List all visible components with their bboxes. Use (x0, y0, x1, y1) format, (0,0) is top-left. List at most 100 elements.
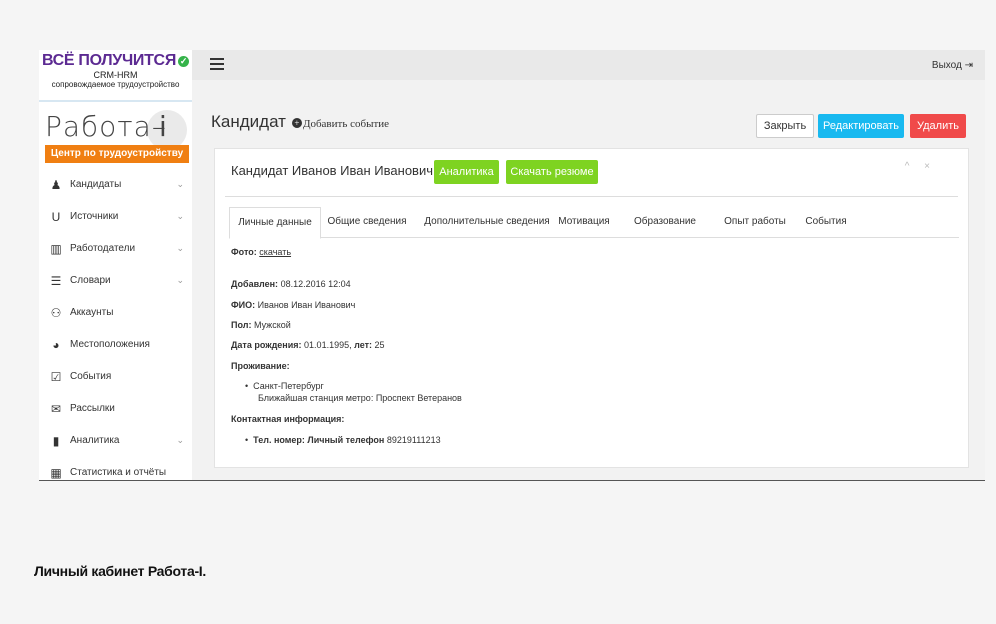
chevron-down-icon: ⌄ (176, 179, 184, 189)
residence-label: Проживание: (231, 361, 290, 371)
age-value: 25 (374, 340, 385, 350)
sidebar-item[interactable]: ▮ Аналитика ⌄ (39, 426, 192, 458)
sex-label: Пол: (231, 320, 252, 330)
candidate-card: Кандидат Иванов Иван Иванович Аналитика … (214, 148, 969, 468)
card-title: Кандидат Иванов Иван Иванович (231, 163, 433, 178)
edit-button[interactable]: Редактировать (818, 114, 904, 138)
bullet: • (245, 435, 249, 445)
divider (225, 196, 958, 197)
sidebar-item-label: События (70, 371, 112, 382)
sex-row: Пол: Мужской (231, 320, 291, 330)
photo-row: Фото: скачать (231, 247, 291, 257)
sidebar-item[interactable]: U Источники ⌄ (39, 202, 192, 234)
logo-banner: Центр по трудоустройству (45, 145, 189, 163)
sidebar-item-label: Источники (70, 211, 119, 222)
calendar-icon: ☑ (50, 370, 62, 384)
hamburger-icon[interactable] (210, 58, 224, 70)
sidebar-item[interactable]: ▦ Статистика и отчёты (39, 458, 192, 480)
page: ВСЁ ПОЛУЧИТСЯ ✓ CRM-HRM сопровождаемое тр… (5, 11, 991, 624)
bar-chart-icon: ▮ (52, 434, 60, 448)
table-icon: ▦ (50, 466, 62, 480)
analytics-button[interactable]: Аналитика (434, 160, 499, 184)
tab-bar: Личные данные Общие сведения Дополнительны… (229, 207, 959, 239)
chevron-down-icon: ⌄ (176, 243, 184, 253)
page-title: Кандидат + Добавить событие (211, 112, 389, 132)
tab-item[interactable]: Опыт работы (715, 207, 795, 237)
brand-subtitle: CRM-HRM (93, 70, 138, 80)
sidebar-item-label: Статистика и отчёты (70, 467, 167, 478)
phone-label: Тел. номер: Личный телефон (253, 435, 385, 445)
logo-text: Работа– (45, 110, 167, 143)
tab-item[interactable]: События (795, 207, 857, 237)
caption: Личный кабинет Работа-I. (34, 563, 206, 579)
chevron-down-icon: ⌄ (176, 275, 184, 285)
contact-row: Контактная информация: (231, 414, 344, 424)
sidebar-item[interactable]: ◕ Местоположения (39, 330, 192, 362)
person-icon: ♟ (50, 178, 62, 192)
envelope-icon: ✉ (50, 402, 62, 416)
chevron-down-icon: ⌄ (176, 435, 184, 445)
tab-item[interactable]: Образование (621, 207, 709, 237)
brand-block: ВСЁ ПОЛУЧИТСЯ ✓ CRM-HRM сопровождаемое тр… (39, 50, 192, 102)
page-title-text: Кандидат (211, 112, 286, 131)
added-row: Добавлен: 08.12.2016 12:04 (231, 279, 351, 289)
top-bar: Выход ⇥ (192, 50, 985, 80)
sidebar-item-label: Работодатели (70, 243, 136, 254)
birth-value: 01.01.1995, (304, 340, 352, 350)
institution-icon: ▥ (50, 242, 62, 256)
sidebar-item-label: Аналитика (70, 435, 120, 446)
tab-item[interactable]: Личные данные (229, 207, 321, 239)
logout-label: Выход (931, 60, 962, 71)
tab-item[interactable]: Общие сведения (321, 207, 413, 237)
globe-icon: ◕ (52, 338, 60, 352)
sidebar-item[interactable]: ♟ Кандидаты ⌄ (39, 170, 192, 202)
sidebar-menu: ♟ Кандидаты ⌄ U Источники ⌄ ▥ Работодатели ⌄ ☰ Сло… (39, 170, 192, 480)
sidebar-item[interactable]: ☰ Словари ⌄ (39, 266, 192, 298)
sidebar-item-label: Аккаунты (70, 307, 114, 318)
brand-tagline: сопровождаемое трудоустройство (51, 80, 180, 89)
plus-circle-icon: + (291, 118, 302, 128)
residence-row: Проживание: (231, 361, 290, 371)
contact-label: Контактная информация: (231, 414, 345, 424)
logo-letter: i (159, 110, 167, 143)
tab-item[interactable]: Мотивация (551, 207, 617, 237)
sidebar-item-label: Кандидаты (70, 179, 122, 190)
logout-icon: ⇥ (964, 60, 973, 71)
sidebar-item[interactable]: ✉ Рассылки (39, 394, 192, 426)
residence-city: • Санкт-Петербург (245, 381, 324, 391)
logout-link[interactable]: Выход ⇥ (932, 60, 973, 71)
fio-value: Иванов Иван Иванович (257, 300, 356, 310)
birth-label: Дата рождения: (231, 340, 302, 350)
tab-item[interactable]: Дополнительные сведения (415, 207, 559, 237)
close-button[interactable]: Закрыть (756, 114, 814, 138)
bullet: • (245, 381, 249, 391)
age-label: лет: (354, 340, 372, 350)
phone-row: • Тел. номер: Личный телефон 89219111213 (245, 435, 441, 445)
sidebar-item-label: Местоположения (70, 339, 150, 350)
sidebar-item[interactable]: ▥ Работодатели ⌄ (39, 234, 192, 266)
fio-label: ФИО: (231, 300, 256, 310)
added-label: Добавлен: (231, 279, 279, 289)
check-icon: ✓ (178, 56, 190, 67)
city-value: Санкт-Петербург (253, 381, 324, 391)
delete-button[interactable]: Удалить (910, 114, 966, 138)
magnet-icon: U (51, 210, 61, 224)
add-event-label: Добавить событие (302, 118, 390, 130)
users-icon: ⚇ (50, 306, 62, 320)
sidebar: ВСЁ ПОЛУЧИТСЯ ✓ CRM-HRM сопровождаемое тр… (39, 50, 192, 480)
photo-download-link[interactable]: скачать (259, 247, 291, 257)
sidebar-item-label: Рассылки (70, 403, 115, 414)
fio-row: ФИО: Иванов Иван Иванович (231, 300, 355, 310)
add-event-link[interactable]: + Добавить событие (286, 118, 389, 130)
sidebar-item-label: Словари (70, 275, 111, 286)
added-value: 08.12.2016 12:04 (280, 279, 351, 289)
phone-value: 89219111213 (386, 435, 441, 445)
photo-label: Фото: (231, 247, 257, 257)
chevron-down-icon: ⌄ (176, 211, 184, 221)
birth-row: Дата рождения: 01.01.1995, лет: 25 (231, 340, 385, 350)
download-resume-button[interactable]: Скачать резюме (506, 160, 598, 184)
sidebar-item[interactable]: ⚇ Аккаунты (39, 298, 192, 330)
sidebar-item[interactable]: ☑ События (39, 362, 192, 394)
card-controls[interactable]: ^ × (905, 161, 936, 172)
brand-title: ВСЁ ПОЛУЧИТСЯ ✓ (39, 52, 192, 70)
